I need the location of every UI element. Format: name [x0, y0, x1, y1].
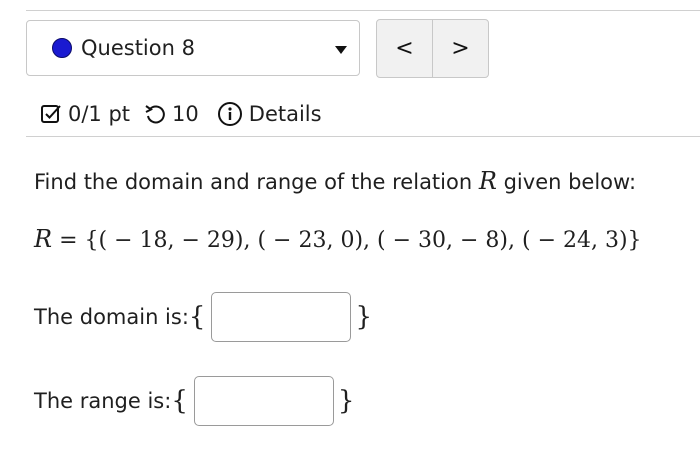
relation-variable: R	[34, 225, 53, 253]
question-selector[interactable]: Question 8	[26, 20, 360, 76]
previous-question-button[interactable]: <	[377, 20, 432, 77]
status-dot	[52, 38, 72, 58]
question-meta: 0/1 pt 10 Details	[40, 97, 322, 131]
next-question-button[interactable]: >	[432, 20, 488, 77]
question-label: Question 8	[81, 36, 195, 60]
range-input[interactable]	[193, 376, 334, 426]
attempts-count: 10	[172, 102, 199, 126]
range-label: The range is:	[34, 389, 172, 413]
prompt-variable: R	[478, 167, 497, 195]
prompt-text-before: Find the domain and range of the relatio…	[34, 170, 479, 194]
range-close-brace: }	[337, 386, 355, 416]
problem-prompt: Find the domain and range of the relatio…	[34, 167, 636, 195]
chevron-down-icon[interactable]	[335, 46, 347, 54]
range-answer-row: The range is: { }	[34, 376, 354, 426]
domain-label: The domain is:	[34, 305, 189, 329]
question-nav: < >	[376, 19, 489, 78]
prompt-text-after: given below:	[496, 170, 637, 194]
domain-answer-row: The domain is: { }	[34, 292, 372, 342]
range-open-brace: {	[171, 386, 188, 416]
domain-input[interactable]	[211, 292, 352, 342]
top-divider	[26, 10, 700, 11]
retry-icon	[144, 103, 166, 125]
checkbox-edit-icon	[40, 103, 62, 125]
relation-body: = {( − 18, − 29), ( − 23, 0), ( − 30, − …	[52, 228, 642, 253]
info-icon[interactable]	[217, 101, 243, 127]
section-divider	[26, 136, 700, 137]
score-text: 0/1 pt	[68, 102, 131, 126]
details-link[interactable]: Details	[249, 102, 322, 126]
relation-definition: R = {( − 18, − 29), ( − 23, 0), ( − 30, …	[34, 225, 642, 253]
domain-open-brace: {	[188, 302, 206, 332]
domain-close-brace: }	[355, 302, 372, 332]
